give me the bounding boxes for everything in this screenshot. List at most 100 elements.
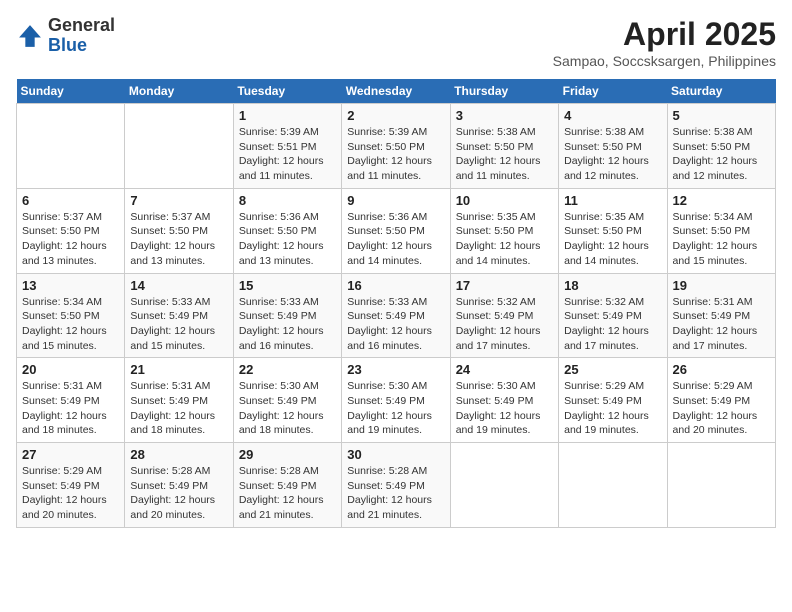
day-cell: 14Sunrise: 5:33 AMSunset: 5:49 PMDayligh… bbox=[125, 273, 233, 358]
logo-blue: Blue bbox=[48, 36, 115, 56]
day-detail: Sunrise: 5:28 AMSunset: 5:49 PMDaylight:… bbox=[347, 464, 444, 523]
day-detail: Sunrise: 5:35 AMSunset: 5:50 PMDaylight:… bbox=[564, 210, 661, 269]
week-row-2: 13 Sunrise: 5:34 AMSunset: 5:50 PMDayligh… bbox=[17, 273, 776, 358]
day-cell: 30 Sunrise: 5:28 AMSunset: 5:49 PMDayligh… bbox=[342, 443, 450, 528]
day-number: 24 bbox=[456, 362, 553, 377]
day-detail: Sunrise: 5:31 AMSunset: 5:49 PMDaylight:… bbox=[22, 379, 119, 438]
day-detail: Sunrise: 5:32 AMSunset: 5:49 PMDaylight:… bbox=[456, 295, 553, 354]
day-cell: 24 Sunrise: 5:30 AMSunset: 5:49 PMDayligh… bbox=[450, 358, 558, 443]
day-cell bbox=[125, 104, 233, 189]
day-number: 11 bbox=[564, 193, 661, 208]
week-row-1: 6 Sunrise: 5:37 AMSunset: 5:50 PMDaylight… bbox=[17, 188, 776, 273]
day-detail: Sunrise: 5:33 AMSunset: 5:49 PMDaylight:… bbox=[347, 295, 444, 354]
day-number: 19 bbox=[673, 278, 770, 293]
day-detail: Sunrise: 5:30 AMSunset: 5:49 PMDaylight:… bbox=[347, 379, 444, 438]
day-detail: Sunrise: 5:38 AMSunset: 5:50 PMDaylight:… bbox=[564, 125, 661, 184]
col-header-tuesday: Tuesday bbox=[233, 79, 341, 104]
day-number: 12 bbox=[673, 193, 770, 208]
col-header-thursday: Thursday bbox=[450, 79, 558, 104]
day-cell: 6 Sunrise: 5:37 AMSunset: 5:50 PMDaylight… bbox=[17, 188, 125, 273]
day-cell: 1 Sunrise: 5:39 AMSunset: 5:51 PMDaylight… bbox=[233, 104, 341, 189]
day-detail: Sunrise: 5:29 AMSunset: 5:49 PMDaylight:… bbox=[22, 464, 119, 523]
col-header-wednesday: Wednesday bbox=[342, 79, 450, 104]
day-detail: Sunrise: 5:36 AMSunset: 5:50 PMDaylight:… bbox=[347, 210, 444, 269]
day-number: 29 bbox=[239, 447, 336, 462]
day-detail: Sunrise: 5:34 AMSunset: 5:50 PMDaylight:… bbox=[22, 295, 119, 354]
day-cell: 27 Sunrise: 5:29 AMSunset: 5:49 PMDayligh… bbox=[17, 443, 125, 528]
day-detail: Sunrise: 5:31 AMSunset: 5:49 PMDaylight:… bbox=[130, 379, 227, 438]
day-number: 2 bbox=[347, 108, 444, 123]
logo-general: General bbox=[48, 16, 115, 36]
week-row-0: 1 Sunrise: 5:39 AMSunset: 5:51 PMDaylight… bbox=[17, 104, 776, 189]
day-cell: 23 Sunrise: 5:30 AMSunset: 5:49 PMDayligh… bbox=[342, 358, 450, 443]
day-cell bbox=[559, 443, 667, 528]
day-detail: Sunrise: 5:37 AMSunset: 5:50 PMDaylight:… bbox=[22, 210, 119, 269]
day-number: 5 bbox=[673, 108, 770, 123]
day-detail: Sunrise: 5:29 AMSunset: 5:49 PMDaylight:… bbox=[564, 379, 661, 438]
page-header: General Blue April 2025 Sampao, Soccsksa… bbox=[16, 16, 776, 69]
day-cell: 8 Sunrise: 5:36 AMSunset: 5:50 PMDaylight… bbox=[233, 188, 341, 273]
day-cell: 9 Sunrise: 5:36 AMSunset: 5:50 PMDaylight… bbox=[342, 188, 450, 273]
day-detail: Sunrise: 5:30 AMSunset: 5:49 PMDaylight:… bbox=[239, 379, 336, 438]
day-cell: 2 Sunrise: 5:39 AMSunset: 5:50 PMDaylight… bbox=[342, 104, 450, 189]
day-detail: Sunrise: 5:31 AMSunset: 5:49 PMDaylight:… bbox=[673, 295, 770, 354]
calendar-table: SundayMondayTuesdayWednesdayThursdayFrid… bbox=[16, 79, 776, 528]
day-number: 8 bbox=[239, 193, 336, 208]
day-number: 6 bbox=[22, 193, 119, 208]
day-detail: Sunrise: 5:35 AMSunset: 5:50 PMDaylight:… bbox=[456, 210, 553, 269]
day-detail: Sunrise: 5:30 AMSunset: 5:49 PMDaylight:… bbox=[456, 379, 553, 438]
day-number: 20 bbox=[22, 362, 119, 377]
day-number: 30 bbox=[347, 447, 444, 462]
day-detail: Sunrise: 5:38 AMSunset: 5:50 PMDaylight:… bbox=[456, 125, 553, 184]
day-cell: 7 Sunrise: 5:37 AMSunset: 5:50 PMDaylight… bbox=[125, 188, 233, 273]
day-cell: 12 Sunrise: 5:34 AMSunset: 5:50 PMDayligh… bbox=[667, 188, 775, 273]
calendar-header: SundayMondayTuesdayWednesdayThursdayFrid… bbox=[17, 79, 776, 104]
day-number: 10 bbox=[456, 193, 553, 208]
location: Sampao, Soccsksargen, Philippines bbox=[553, 53, 776, 69]
week-row-4: 27 Sunrise: 5:29 AMSunset: 5:49 PMDayligh… bbox=[17, 443, 776, 528]
month-title: April 2025 bbox=[553, 16, 776, 53]
day-cell: 26 Sunrise: 5:29 AMSunset: 5:49 PMDayligh… bbox=[667, 358, 775, 443]
logo: General Blue bbox=[16, 16, 115, 56]
day-detail: Sunrise: 5:39 AMSunset: 5:51 PMDaylight:… bbox=[239, 125, 336, 184]
day-number: 26 bbox=[673, 362, 770, 377]
day-number: 23 bbox=[347, 362, 444, 377]
day-detail: Sunrise: 5:39 AMSunset: 5:50 PMDaylight:… bbox=[347, 125, 444, 184]
day-cell: 25 Sunrise: 5:29 AMSunset: 5:49 PMDayligh… bbox=[559, 358, 667, 443]
day-detail: Sunrise: 5:38 AMSunset: 5:50 PMDaylight:… bbox=[673, 125, 770, 184]
day-cell bbox=[450, 443, 558, 528]
day-number: 14 bbox=[130, 278, 227, 293]
day-cell: 21 Sunrise: 5:31 AMSunset: 5:49 PMDayligh… bbox=[125, 358, 233, 443]
day-number: 18 bbox=[564, 278, 661, 293]
day-detail: Sunrise: 5:29 AMSunset: 5:49 PMDaylight:… bbox=[673, 379, 770, 438]
day-cell: 29 Sunrise: 5:28 AMSunset: 5:49 PMDayligh… bbox=[233, 443, 341, 528]
day-number: 1 bbox=[239, 108, 336, 123]
day-detail: Sunrise: 5:34 AMSunset: 5:50 PMDaylight:… bbox=[673, 210, 770, 269]
day-cell: 5 Sunrise: 5:38 AMSunset: 5:50 PMDaylight… bbox=[667, 104, 775, 189]
day-cell: 28 Sunrise: 5:28 AMSunset: 5:49 PMDayligh… bbox=[125, 443, 233, 528]
day-number: 25 bbox=[564, 362, 661, 377]
day-cell: 16Sunrise: 5:33 AMSunset: 5:49 PMDayligh… bbox=[342, 273, 450, 358]
day-detail: Sunrise: 5:36 AMSunset: 5:50 PMDaylight:… bbox=[239, 210, 336, 269]
day-cell: 11 Sunrise: 5:35 AMSunset: 5:50 PMDayligh… bbox=[559, 188, 667, 273]
day-number: 21 bbox=[130, 362, 227, 377]
day-cell: 4Sunrise: 5:38 AMSunset: 5:50 PMDaylight… bbox=[559, 104, 667, 189]
col-header-sunday: Sunday bbox=[17, 79, 125, 104]
col-header-monday: Monday bbox=[125, 79, 233, 104]
day-cell: 13 Sunrise: 5:34 AMSunset: 5:50 PMDayligh… bbox=[17, 273, 125, 358]
day-number: 27 bbox=[22, 447, 119, 462]
col-header-friday: Friday bbox=[559, 79, 667, 104]
day-detail: Sunrise: 5:28 AMSunset: 5:49 PMDaylight:… bbox=[130, 464, 227, 523]
day-number: 9 bbox=[347, 193, 444, 208]
day-number: 13 bbox=[22, 278, 119, 293]
title-block: April 2025 Sampao, Soccsksargen, Philipp… bbox=[553, 16, 776, 69]
day-detail: Sunrise: 5:28 AMSunset: 5:49 PMDaylight:… bbox=[239, 464, 336, 523]
day-detail: Sunrise: 5:33 AMSunset: 5:49 PMDaylight:… bbox=[239, 295, 336, 354]
day-number: 7 bbox=[130, 193, 227, 208]
day-detail: Sunrise: 5:37 AMSunset: 5:50 PMDaylight:… bbox=[130, 210, 227, 269]
week-row-3: 20 Sunrise: 5:31 AMSunset: 5:49 PMDayligh… bbox=[17, 358, 776, 443]
col-header-saturday: Saturday bbox=[667, 79, 775, 104]
day-number: 28 bbox=[130, 447, 227, 462]
day-number: 17 bbox=[456, 278, 553, 293]
day-cell: 18Sunrise: 5:32 AMSunset: 5:49 PMDayligh… bbox=[559, 273, 667, 358]
